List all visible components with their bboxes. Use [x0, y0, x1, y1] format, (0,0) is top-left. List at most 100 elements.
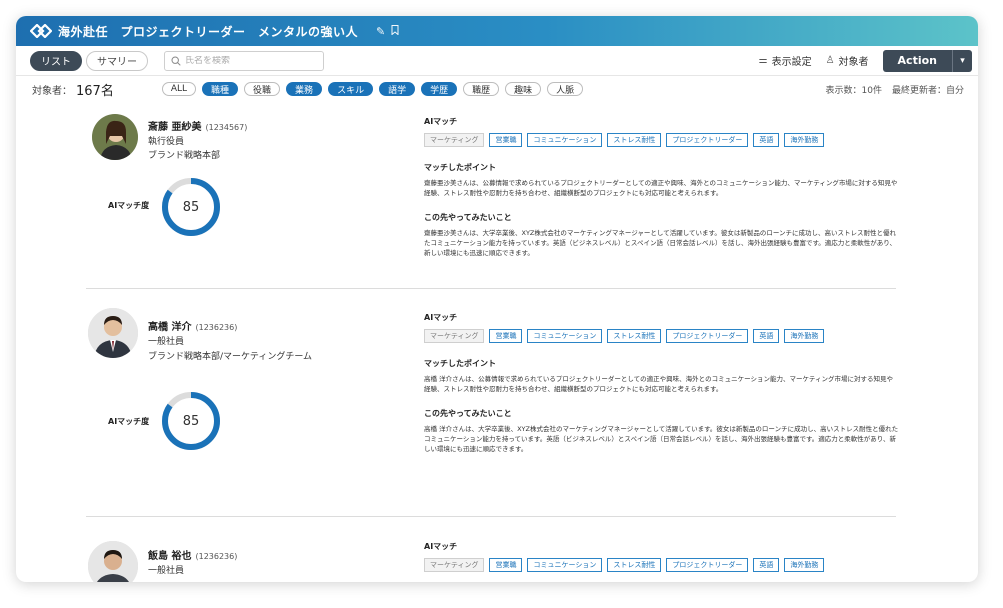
filter-chip[interactable]: スキル	[328, 82, 374, 96]
last-updated-label: 最終更新者：自分	[891, 85, 964, 96]
title-bar: 海外赴任 プロジェクトリーダー メンタルの強い人 ✎	[16, 16, 978, 46]
list-view-button[interactable]: リスト	[30, 50, 82, 71]
ai-match-section: AIマッチ マーケティング 営業職 コミュニケーション ストレス耐性 プロジェクトリーダ…	[424, 116, 899, 258]
person-name: 高橋 洋介 (1236236)	[148, 322, 238, 333]
display-settings-label: 表示設定	[771, 57, 812, 68]
pencil-icon[interactable]: ✎	[376, 25, 385, 38]
skill-tag: 英語	[753, 558, 780, 572]
skill-tags: マーケティング 営業職 コミュニケーション ストレス耐性 プロジェクトリーダー 英語 海外勤…	[424, 558, 899, 572]
ai-match-title: AIマッチ	[424, 542, 458, 551]
person-id: (1234567)	[205, 123, 248, 132]
future-text: 齋藤亜沙美さんは、大学卒業後、XYZ株式会社のマーケティングマネージャーとして活…	[424, 229, 897, 257]
filter-chip[interactable]: 職歴	[463, 82, 500, 96]
filter-chip[interactable]: 学歴	[421, 82, 458, 96]
result-list: 斎藤 亜紗美 (1234567) 執行役員 ブランド戦略本部 AIマッチ度 85 …	[16, 102, 978, 582]
skill-tags: マーケティング 営業職 コミュニケーション ストレス耐性 プロジェクトリーダー 英語 海外勤…	[424, 133, 899, 147]
count-value: 167名	[76, 83, 114, 99]
ai-match-score: 85	[182, 199, 200, 215]
skill-tag: 海外勤務	[784, 329, 825, 343]
person-card[interactable]: 高橋 洋介 (1236236) 一般社員 ブランド戦略本部/マーケティングチーム …	[86, 308, 899, 478]
skill-tag: ストレス耐性	[607, 558, 662, 572]
skill-tags: マーケティング 営業職 コミュニケーション ストレス耐性 プロジェクトリーダー 英語 海外勤…	[424, 329, 899, 343]
match-points-title: マッチしたポイント	[424, 359, 496, 368]
targets-label: 対象者	[838, 57, 869, 68]
person-department: ブランド戦略本部	[148, 151, 221, 161]
skill-tag: 営業職	[489, 558, 523, 572]
skill-tag: コミュニケーション	[527, 133, 603, 147]
summary-view-button[interactable]: サマリー	[86, 50, 148, 71]
app-window: 海外赴任 プロジェクトリーダー メンタルの強い人 ✎ リスト サマリー ⚌ 表示…	[16, 16, 978, 582]
skill-tag: 営業職	[489, 329, 523, 343]
skill-tag: プロジェクトリーダー	[666, 133, 749, 147]
logo-icon	[30, 24, 52, 38]
count-label: 対象者：	[32, 85, 72, 97]
person-id: (1236236)	[195, 552, 238, 561]
person-id: (1236236)	[195, 323, 238, 332]
skill-tag: 海外勤務	[784, 133, 825, 147]
avatar	[88, 541, 138, 582]
bookmark-icon[interactable]	[391, 24, 399, 38]
skill-tag: 英語	[753, 329, 780, 343]
filter-chip[interactable]: 役職	[244, 82, 281, 96]
skill-tag: マーケティング	[424, 558, 485, 572]
ai-match-gauge: 85	[160, 390, 222, 452]
filter-chip[interactable]: 趣味	[505, 82, 542, 96]
view-toggle: リスト サマリー	[30, 50, 152, 71]
future-title: この先やってみたいこと	[424, 213, 512, 222]
ai-match-section: AIマッチ マーケティング 営業職 コミュニケーション ストレス耐性 プロジェクトリーダ…	[424, 541, 899, 572]
ai-match-title: AIマッチ	[424, 117, 458, 126]
divider	[86, 516, 896, 517]
search-box	[164, 50, 324, 71]
filter-chips: ALL 職種 役職 業務 スキル 語学 学歴 職歴 趣味 人脈	[161, 82, 589, 96]
person-card[interactable]: 飯島 裕也 (1236236) 一般社員 AIマッチ マーケティング 営業職 コミュニ…	[86, 537, 896, 582]
skill-tag: ストレス耐性	[607, 133, 662, 147]
filter-chip[interactable]: 語学	[379, 82, 416, 96]
avatar	[92, 114, 138, 160]
ai-match-title: AIマッチ	[424, 313, 458, 322]
skill-tag: マーケティング	[424, 329, 485, 343]
toolbar: リスト サマリー ⚌ 表示設定 ♙ 対象者 Action ▾	[16, 46, 978, 76]
match-points-text: 高橋 洋介さんは、公募情報で求められているプロジェクトリーダーとしての適正や興味…	[424, 375, 893, 393]
search-icon	[171, 55, 181, 66]
person-name: 飯島 裕也 (1236236)	[148, 551, 238, 562]
future-title: この先やってみたいこと	[424, 409, 512, 418]
person-role: 執行役員	[148, 137, 185, 147]
ai-match-section: AIマッチ マーケティング 営業職 コミュニケーション ストレス耐性 プロジェクトリーダ…	[424, 312, 899, 454]
skill-tag: 海外勤務	[784, 558, 825, 572]
divider	[86, 288, 896, 289]
page-title: 海外赴任 プロジェクトリーダー メンタルの強い人	[58, 24, 359, 39]
person-card[interactable]: 斎藤 亜紗美 (1234567) 執行役員 ブランド戦略本部 AIマッチ度 85 …	[86, 108, 899, 258]
filter-chip[interactable]: ALL	[161, 82, 197, 96]
ai-match-score: 85	[182, 413, 200, 429]
person-role: 一般社員	[148, 566, 185, 576]
user-icon: ♙	[825, 55, 835, 66]
match-points-title: マッチしたポイント	[424, 163, 496, 172]
skill-tag: コミュニケーション	[527, 329, 603, 343]
sliders-icon: ⚌	[758, 55, 768, 66]
chevron-down-icon[interactable]: ▾	[952, 49, 972, 72]
filter-chip[interactable]: 業務	[286, 82, 323, 96]
filter-chip[interactable]: 人脈	[547, 82, 584, 96]
skill-tag: プロジェクトリーダー	[666, 329, 749, 343]
future-text: 高橋 洋介さんは、大学卒業後、XYZ株式会社のマーケティングマネージャーとして活…	[424, 425, 899, 453]
targets-button[interactable]: ♙ 対象者	[826, 53, 869, 68]
skill-tag: マーケティング	[424, 133, 485, 147]
skill-tag: プロジェクトリーダー	[666, 558, 749, 572]
avatar	[88, 308, 138, 358]
ai-match-score-label: AIマッチ度	[108, 201, 150, 210]
skill-tag: ストレス耐性	[607, 329, 662, 343]
filter-chip[interactable]: 職種	[202, 82, 239, 96]
search-input[interactable]	[185, 55, 315, 66]
ai-match-score-label: AIマッチ度	[108, 417, 150, 426]
skill-tag: 営業職	[489, 133, 523, 147]
display-settings-button[interactable]: ⚌ 表示設定	[759, 53, 812, 68]
person-department: ブランド戦略本部/マーケティングチーム	[148, 352, 313, 362]
skill-tag: 英語	[753, 133, 780, 147]
ai-match-gauge: 85	[160, 176, 222, 238]
per-page-select[interactable]: 表示数：10件	[826, 83, 882, 96]
action-button[interactable]: Action ▾	[882, 49, 972, 72]
person-role: 一般社員	[148, 337, 185, 347]
skill-tag: コミュニケーション	[527, 558, 603, 572]
filter-bar: 対象者： 167名 ALL 職種 役職 業務 スキル 語学 学歴 職歴 趣味 人脈 表示数：10件…	[16, 76, 978, 102]
match-points-text: 齋藤亜沙美さんは、公募情報で求められているプロジェクトリーダーとしての適正や興味…	[424, 179, 898, 197]
